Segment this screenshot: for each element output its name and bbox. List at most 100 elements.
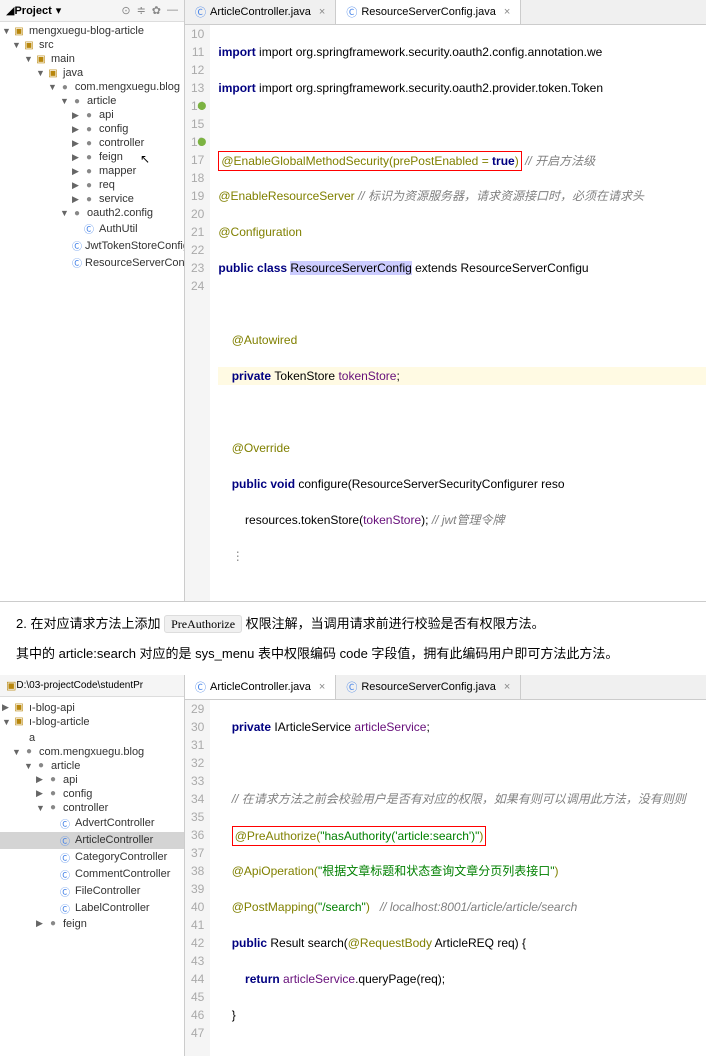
tree-item-config[interactable]: ▶●config [0,787,184,801]
tab-resourceserverconfig-java[interactable]: ⒸResourceServerConfig.java× [336,0,521,24]
explanation-text: 2. 在对应请求方法上添加 PreAuthorize 权限注解，当调用请求前进行… [0,602,706,675]
code-content[interactable]: import import org.springframework.securi… [210,25,706,601]
line-number: 24 [191,277,204,295]
tree-item-a[interactable]: a [0,731,184,745]
tree-item-api[interactable]: ▶●api [0,108,184,122]
tree-item-com-mengxuegu-blog[interactable]: ▼●com.mengxuegu.blog [0,80,184,94]
line-number: 38 [191,862,204,880]
line-number: 22 [191,241,204,259]
line-number: 46 [191,1006,204,1024]
tree-item-feign[interactable]: ▶●feign [0,917,184,931]
class-name: ResourceServerConfig [290,261,411,275]
explain-text: 其中的 article:search 对应的是 sys_menu 表中权限编码 … [16,642,690,665]
line-number: 30 [191,718,204,736]
tree-item-article[interactable]: ▼●article [0,94,184,108]
project-panel-bottom: ▣ D:\03-projectCode\studentPr ▶▣ı-blog-a… [0,675,185,1056]
tree-item--blog-api[interactable]: ▶▣ı-blog-api [0,701,184,715]
tree-item-controller[interactable]: ▼●controller [0,801,184,815]
tree-item-controller[interactable]: ▶●controller [0,136,184,150]
tree-item-commentcontroller[interactable]: ⒸCommentController [0,866,184,883]
chevron-down-icon[interactable]: ▾ [56,4,62,17]
tree-item-config[interactable]: ▶●config [0,122,184,136]
line-number: 16⬤ [191,133,204,151]
project-arrow[interactable]: ◢ [6,4,14,17]
tree-item-jwttokenstoreconfig[interactable]: ⒸJwtTokenStoreConfig [0,237,184,254]
explain-text: 权限注解，当调用请求前进行校验是否有权限方法。 [242,616,545,631]
tree-item-resourceserverconfig[interactable]: ⒸResourceServerConfig [0,254,184,271]
explain-text: 2. 在对应请求方法上添加 [16,616,164,631]
field: tokenStore [338,369,396,383]
line-number: 13 [191,79,204,97]
editor-top: ⒸArticleController.java×ⒸResourceServerC… [185,0,706,601]
line-number: 40 [191,898,204,916]
inline-code: PreAuthorize [164,615,242,633]
tree-item-articlecontroller[interactable]: ⒸArticleController [0,832,184,849]
gear-icon[interactable]: ✿ [152,4,161,17]
line-number: 42 [191,934,204,952]
line-number: 17 [191,151,204,169]
line-number: 11 [191,43,204,61]
editor-tabs: ⒸArticleController.java×ⒸResourceServerC… [185,0,706,25]
tree-item-java[interactable]: ▼▣java [0,66,184,80]
code-area-bottom: 29303132333435363738394041424344454647 p… [185,700,706,1056]
tree-item-api[interactable]: ▶●api [0,773,184,787]
line-number: 37 [191,844,204,862]
tree-item-com-mengxuegu-blog[interactable]: ▼●com.mengxuegu.blog [0,745,184,759]
comment: // 标识为资源服务器，请求资源接口时，必须在请求头 [358,189,644,203]
project-tree: ↖ ▼▣mengxuegu-blog-article▼▣src▼▣main▼▣j… [0,22,184,273]
ide-top-section: ◢ Project ▾ ⊙ ≑ ✿ — ↖ ▼▣mengxuegu-blog-a… [0,0,706,602]
tab-articlecontroller-java[interactable]: ⒸArticleController.java× [185,675,336,699]
annotation: @Configuration [218,225,302,239]
line-number: 21 [191,223,204,241]
line-number: 29 [191,700,204,718]
line-number: 23 [191,259,204,277]
target-icon[interactable]: ⊙ [121,4,130,17]
line-number: 35 [191,808,204,826]
tree-item-service[interactable]: ▶●service [0,192,184,206]
comment: // 开启方法级 [525,154,595,168]
highlighted-annotation: @EnableGlobalMethodSecurity(prePostEnabl… [218,151,521,171]
annotation: @EnableResourceServer [218,189,354,203]
gutter: 1011121314⬤1516⬤1718192021222324 [185,25,210,601]
tree-item-req[interactable]: ▶●req [0,178,184,192]
gutter-bottom: 29303132333435363738394041424344454647 [185,700,210,1056]
tab-resourceserverconfig-java[interactable]: ⒸResourceServerConfig.java× [336,675,521,699]
breadcrumb-path[interactable]: D:\03-projectCode\studentPr [16,680,143,691]
line-number: 43 [191,952,204,970]
line-number: 47 [191,1024,204,1042]
expand-icon[interactable]: ≑ [137,4,146,17]
tree-item-mapper[interactable]: ▶●mapper [0,164,184,178]
tree-item-mengxuegu-blog-article[interactable]: ▼▣mengxuegu-blog-article [0,24,184,38]
preauthorize-search: @PreAuthorize("hasAuthority('article:sea… [232,826,487,846]
tree-item-filecontroller[interactable]: ⒸFileController [0,883,184,900]
tree-item-oauth2-config[interactable]: ▼●oauth2.config [0,206,184,220]
tree-item-src[interactable]: ▼▣src [0,38,184,52]
annotation: @Override [232,441,290,455]
line-number: 41 [191,916,204,934]
tree-item-feign[interactable]: ▶●feign [0,150,184,164]
collapse-icon[interactable]: — [167,4,178,17]
tab-articlecontroller-java[interactable]: ⒸArticleController.java× [185,0,336,24]
tree-item--blog-article[interactable]: ▼▣ı-blog-article [0,715,184,729]
line-number: 10 [191,25,204,43]
line-number: 15 [191,115,204,133]
tree-item-labelcontroller[interactable]: ⒸLabelController [0,900,184,917]
project-panel: ◢ Project ▾ ⊙ ≑ ✿ — ↖ ▼▣mengxuegu-blog-a… [0,0,185,601]
tree-item-article[interactable]: ▼●article [0,759,184,773]
code-content-bottom[interactable]: private IArticleService articleService; … [210,700,706,1056]
mouse-cursor: ↖ [140,152,150,166]
line-number: 20 [191,205,204,223]
line-number: 39 [191,880,204,898]
project-title: Project [14,5,51,17]
tree-item-authutil[interactable]: ⒸAuthUtil [0,220,184,237]
import-line: import org.springframework.security.oaut… [259,81,603,95]
line-number: 31 [191,736,204,754]
project-tree-bottom: ▶▣ı-blog-api▼▣ı-blog-article a▼●com.mengx… [0,697,184,933]
tree-item-categorycontroller[interactable]: ⒸCategoryController [0,849,184,866]
ide-bottom-section: ▣ D:\03-projectCode\studentPr ▶▣ı-blog-a… [0,675,706,1056]
tree-item-advertcontroller[interactable]: ⒸAdvertController [0,815,184,832]
folder-icon: ▣ [6,679,16,692]
line-number: 34 [191,790,204,808]
comment: // jwt管理令牌 [432,513,505,527]
tree-item-main[interactable]: ▼▣main [0,52,184,66]
